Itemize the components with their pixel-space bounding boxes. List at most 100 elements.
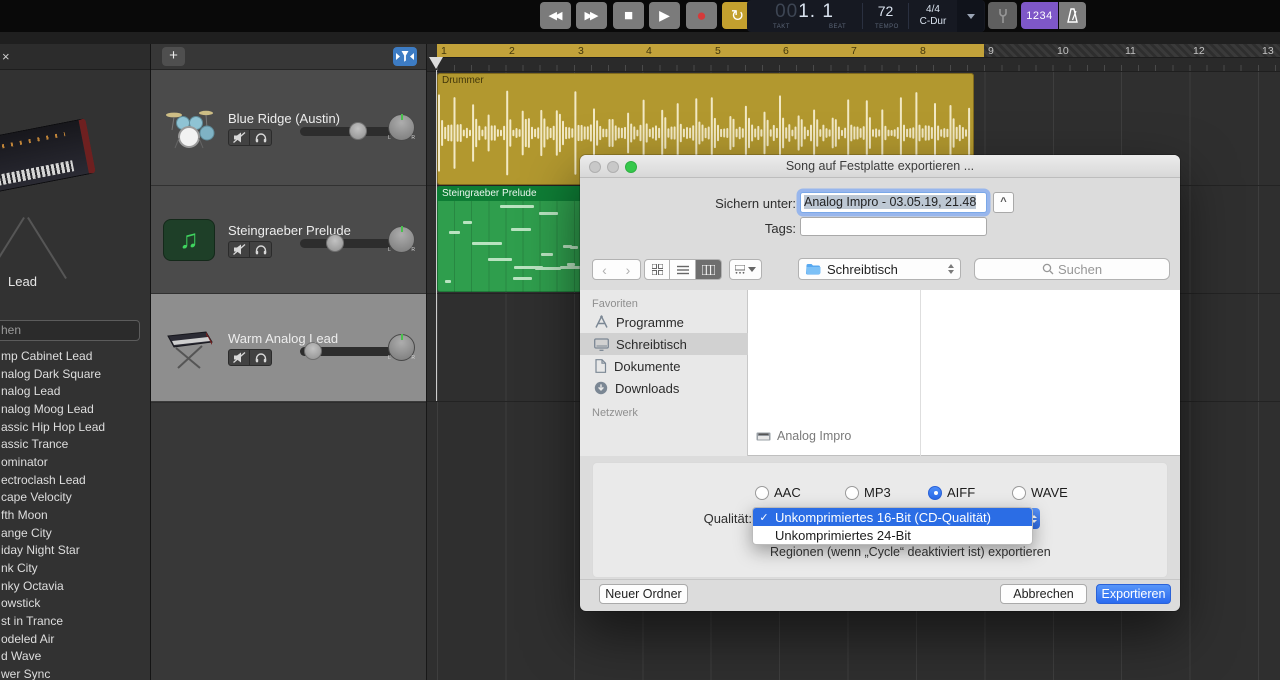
lcd-display-mode-button[interactable] bbox=[957, 0, 984, 32]
track-name[interactable]: Warm Analog Lead bbox=[228, 331, 338, 346]
ruler-cycle-region[interactable] bbox=[437, 44, 984, 58]
volume-slider-thumb[interactable] bbox=[326, 234, 344, 252]
add-track-button[interactable]: + bbox=[162, 47, 185, 66]
list-item[interactable]: iday Night Star bbox=[0, 543, 150, 561]
stop-button[interactable]: ■ bbox=[613, 2, 644, 29]
expand-dialog-button[interactable]: ^ bbox=[993, 192, 1014, 213]
location-popup[interactable]: Schreibtisch bbox=[798, 258, 961, 280]
tags-input[interactable] bbox=[800, 217, 987, 236]
zoom-window-button[interactable] bbox=[625, 161, 637, 173]
list-item[interactable]: d Wave bbox=[0, 649, 150, 667]
volume-slider[interactable] bbox=[300, 347, 392, 356]
new-folder-button[interactable]: Neuer Ordner bbox=[599, 584, 688, 604]
icon-view-button[interactable] bbox=[644, 259, 670, 280]
format-radio-aac[interactable]: AAC bbox=[755, 485, 801, 500]
volume-slider[interactable] bbox=[300, 127, 392, 136]
column-divider[interactable] bbox=[920, 290, 921, 456]
group-options-button[interactable] bbox=[729, 259, 762, 280]
list-item[interactable]: nalog Dark Square bbox=[0, 367, 150, 385]
volume-slider-thumb[interactable] bbox=[349, 122, 367, 140]
sidebar-item-label: Schreibtisch bbox=[616, 337, 687, 352]
track-header-blue-ridge[interactable]: Blue Ridge (Austin) L R bbox=[151, 70, 427, 185]
list-item[interactable]: ominator bbox=[0, 455, 150, 473]
pan-knob[interactable]: L R bbox=[388, 226, 415, 253]
dialog-sidebar: Favoriten Programme Schreibtisch bbox=[580, 290, 748, 456]
list-item[interactable]: mp Cabinet Lead bbox=[0, 349, 150, 367]
list-view-button[interactable] bbox=[670, 259, 696, 280]
list-item[interactable]: owstick bbox=[0, 596, 150, 614]
ruler-bar-number: 7 bbox=[851, 44, 857, 58]
dialog-titlebar[interactable]: Song auf Festplatte exportieren ... bbox=[580, 155, 1180, 178]
list-item[interactable]: odeled Air bbox=[0, 632, 150, 650]
monitor-button[interactable] bbox=[250, 349, 272, 366]
list-item[interactable]: st in Trance bbox=[0, 614, 150, 632]
monitor-button[interactable] bbox=[250, 129, 272, 146]
format-radio-mp3[interactable]: MP3 bbox=[845, 485, 891, 500]
list-item[interactable]: fth Moon bbox=[0, 508, 150, 526]
list-item[interactable]: ectroclash Lead bbox=[0, 473, 150, 491]
column-view-button-selected[interactable] bbox=[696, 259, 722, 280]
play-icon: ▶ bbox=[659, 7, 670, 24]
file-item-analog-impro[interactable]: Analog Impro bbox=[756, 429, 851, 443]
cancel-button[interactable]: Abbrechen bbox=[1000, 584, 1087, 604]
synth-preview-image bbox=[0, 118, 96, 202]
mute-button[interactable] bbox=[228, 129, 250, 146]
track-name[interactable]: Blue Ridge (Austin) bbox=[228, 111, 340, 126]
tuner-button[interactable] bbox=[988, 2, 1017, 29]
radio-icon bbox=[845, 486, 859, 500]
close-icon[interactable]: × bbox=[2, 49, 10, 64]
list-item[interactable]: nky Octavia bbox=[0, 579, 150, 597]
sidebar-item-dokumente[interactable]: Dokumente bbox=[580, 355, 748, 377]
ruler-bar-number: 6 bbox=[783, 44, 789, 58]
mute-button[interactable] bbox=[228, 349, 250, 366]
library-header: × bbox=[0, 44, 150, 70]
sidebar-item-schreibtisch-selected[interactable]: Schreibtisch bbox=[580, 333, 748, 355]
top-toolbar: ◀◀ ▶▶ ■ ▶ ● ↻ 001. 1 TAKT BEAT 72 TEMPO … bbox=[0, 0, 1280, 32]
forward-button[interactable]: › bbox=[616, 259, 641, 280]
menu-item-24bit[interactable]: Unkomprimiertes 24-Bit bbox=[753, 526, 1032, 544]
close-window-button[interactable] bbox=[589, 161, 601, 173]
play-button[interactable]: ▶ bbox=[649, 2, 680, 29]
list-item[interactable]: nalog Lead bbox=[0, 384, 150, 402]
sidebar-item-programme[interactable]: Programme bbox=[580, 311, 748, 333]
sidebar-item-downloads[interactable]: Downloads bbox=[580, 377, 748, 399]
menu-item-16bit-selected[interactable]: ✓ Unkomprimiertes 16-Bit (CD-Qualität) bbox=[753, 508, 1032, 526]
dialog-search-input[interactable]: Suchen bbox=[974, 258, 1170, 280]
fast-forward-button[interactable]: ▶▶ bbox=[576, 2, 607, 29]
back-button[interactable]: ‹ bbox=[592, 259, 617, 280]
library-search-input[interactable]: hen bbox=[0, 320, 140, 341]
rewind-button[interactable]: ◀◀ bbox=[540, 2, 571, 29]
metronome-button[interactable] bbox=[1059, 2, 1086, 29]
pan-knob[interactable]: L R bbox=[388, 114, 415, 141]
list-item[interactable]: cape Velocity bbox=[0, 490, 150, 508]
pan-knob[interactable]: L R bbox=[388, 334, 415, 361]
pan-left-label: L bbox=[388, 135, 391, 141]
library-sound-list: mp Cabinet Lead nalog Dark Square nalog … bbox=[0, 349, 150, 680]
volume-slider-thumb[interactable] bbox=[304, 342, 322, 360]
count-in-button[interactable]: 1234 bbox=[1021, 2, 1058, 29]
pan-right-label: R bbox=[411, 135, 415, 141]
list-item[interactable]: nalog Moog Lead bbox=[0, 402, 150, 420]
metronome-icon bbox=[1065, 8, 1080, 24]
volume-slider[interactable] bbox=[300, 239, 392, 248]
minimize-window-button[interactable] bbox=[607, 161, 619, 173]
list-item[interactable]: nk City bbox=[0, 561, 150, 579]
track-header-steingraeber[interactable]: ♫ Steingraeber Prelude L R bbox=[151, 186, 427, 293]
monitor-button[interactable] bbox=[250, 241, 272, 258]
keyboard-synth-icon bbox=[159, 320, 219, 376]
mute-button[interactable] bbox=[228, 241, 250, 258]
catch-playhead-button[interactable] bbox=[393, 47, 417, 66]
format-radio-aiff-selected[interactable]: AIFF bbox=[928, 485, 975, 500]
export-button[interactable]: Exportieren bbox=[1096, 584, 1171, 604]
list-item[interactable]: ange City bbox=[0, 526, 150, 544]
format-radio-wave[interactable]: WAVE bbox=[1012, 485, 1068, 500]
lcd-display[interactable]: 001. 1 TAKT BEAT 72 TEMPO 4/4 C-Dur bbox=[747, 0, 985, 32]
filename-input[interactable]: Analog Impro - 03.05.19, 21.48 bbox=[800, 192, 987, 213]
list-item[interactable]: wer Sync bbox=[0, 667, 150, 680]
list-item[interactable]: assic Trance bbox=[0, 437, 150, 455]
ruler-tick-strip[interactable] bbox=[427, 58, 1280, 72]
record-button[interactable]: ● bbox=[686, 2, 717, 29]
playhead-handle[interactable] bbox=[429, 57, 443, 69]
list-item[interactable]: assic Hip Hop Lead bbox=[0, 420, 150, 438]
track-header-warm-analog-selected[interactable]: Warm Analog Lead L R bbox=[151, 294, 427, 401]
